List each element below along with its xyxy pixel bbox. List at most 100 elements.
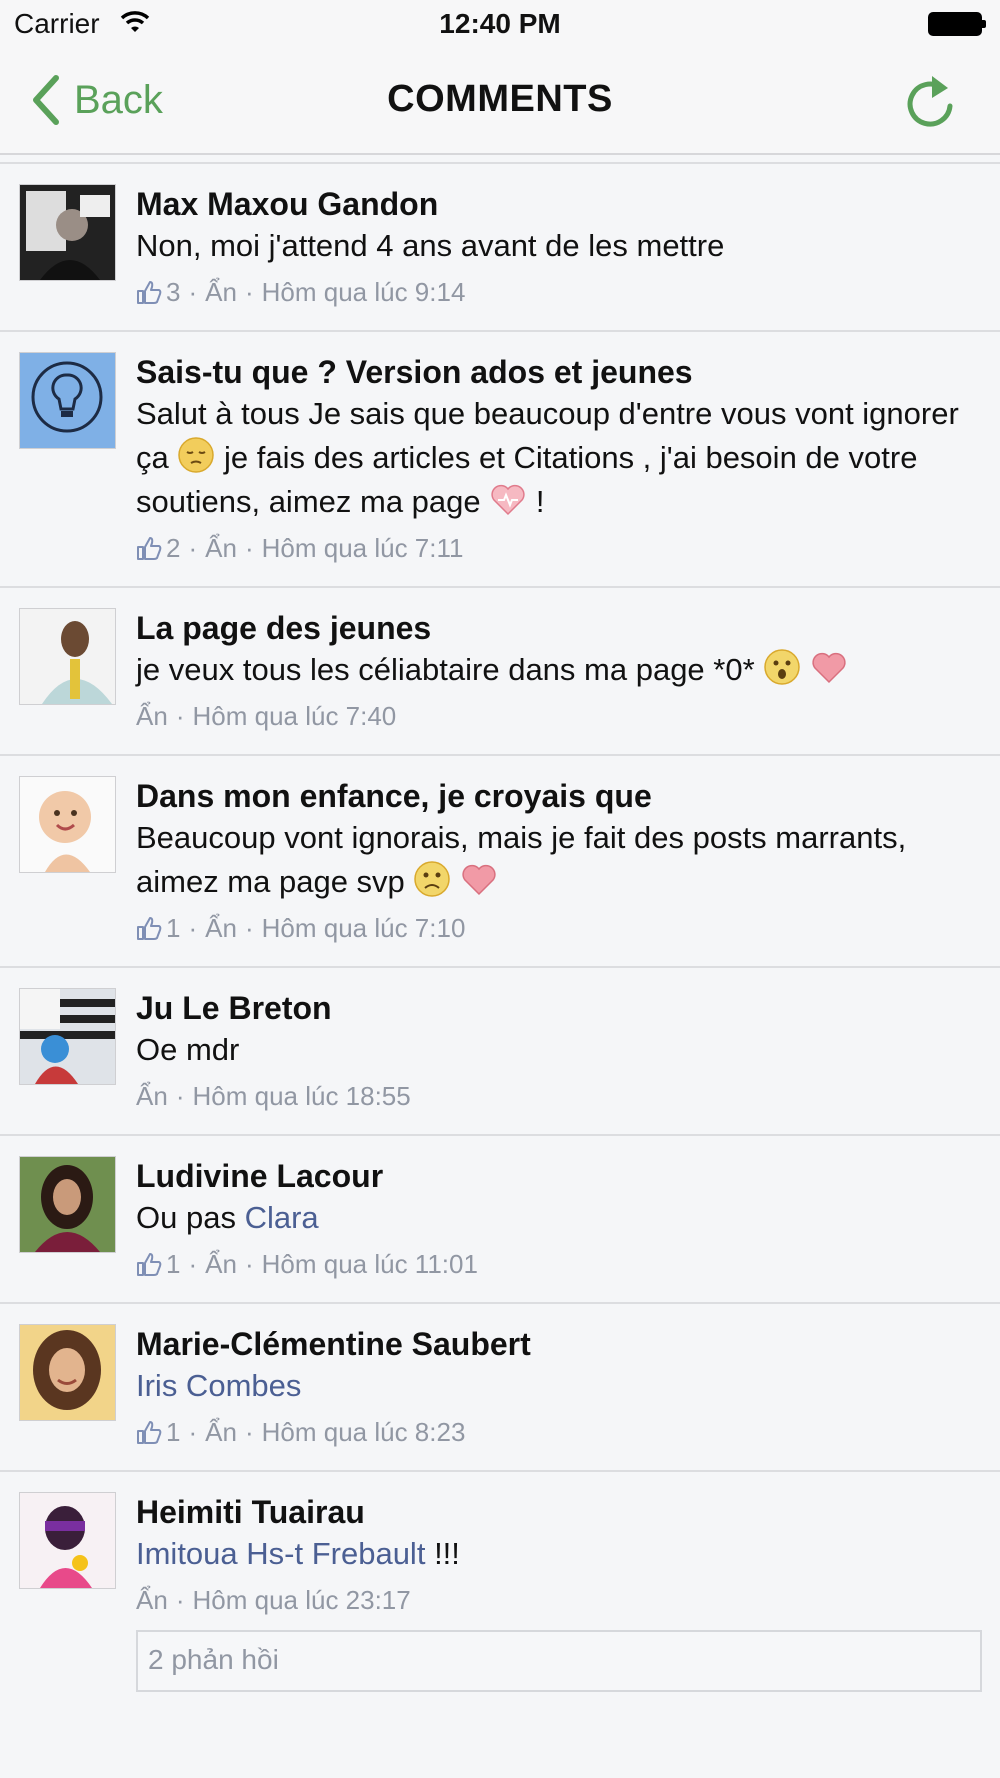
comment-meta: Ẩn · Hôm qua lúc 18:55 <box>136 1076 982 1116</box>
avatar[interactable] <box>19 608 116 705</box>
heart-icon <box>462 864 496 896</box>
thumbs-up-icon <box>137 1253 162 1276</box>
avatar[interactable] <box>19 352 116 449</box>
like-count[interactable]: 1 <box>166 1244 180 1284</box>
thumbs-up-icon <box>137 1421 162 1444</box>
avatar[interactable] <box>19 1324 116 1421</box>
comment-meta: 1 · Ẩn · Hôm qua lúc 7:10 <box>136 908 982 948</box>
comment-meta: 2 · Ẩn · Hôm qua lúc 7:11 <box>136 528 982 568</box>
heart-icon <box>491 484 525 516</box>
comment-text-part: !!! <box>434 1536 460 1571</box>
comment-item: Ludivine Lacour Ou pas Clara 1 · Ẩn · Hô… <box>0 1136 1000 1304</box>
like-count[interactable]: 1 <box>166 1412 180 1452</box>
comment-meta: Ẩn · Hôm qua lúc 7:40 <box>136 696 982 736</box>
comment-author[interactable]: Heimiti Tuairau <box>136 1492 982 1532</box>
comment-item: Dans mon enfance, je croyais que Beaucou… <box>0 756 1000 968</box>
comment-author[interactable]: La page des jeunes <box>136 608 982 648</box>
comment-meta: Ẩn · Hôm qua lúc 23:17 <box>136 1580 982 1620</box>
meta-separator: · <box>175 1081 185 1111</box>
like-count[interactable]: 1 <box>166 908 180 948</box>
thumbs-up-icon <box>137 281 162 304</box>
comment-timestamp: Hôm qua lúc 23:17 <box>192 1585 411 1615</box>
heart-icon <box>812 652 846 684</box>
mention-link[interactable]: Imitoua Hs-t Frebault <box>136 1536 425 1571</box>
hide-link[interactable]: Ẩn <box>136 1580 168 1620</box>
comment-timestamp: Hôm qua lúc 7:11 <box>261 533 464 563</box>
hide-link[interactable]: Ẩn <box>205 528 237 568</box>
comment-text: je veux tous les céliabtaire dans ma pag… <box>136 648 982 692</box>
meta-separator: · <box>175 701 185 731</box>
frowning-face-icon <box>414 861 451 897</box>
meta-separator: · <box>188 533 198 563</box>
like-count[interactable]: 3 <box>166 272 180 312</box>
comment-item: Heimiti Tuairau Imitoua Hs-t Frebault !!… <box>0 1472 1000 1710</box>
comment-item: Marie-Clémentine Saubert Iris Combes 1 ·… <box>0 1304 1000 1472</box>
status-bar: Carrier 12:40 PM <box>0 0 1000 50</box>
hide-link[interactable]: Ẩn <box>205 908 237 948</box>
pensive-face-icon <box>178 437 215 473</box>
meta-separator: · <box>188 277 198 307</box>
refresh-icon[interactable] <box>902 72 958 132</box>
comment-item: La page des jeunes je veux tous les céli… <box>0 588 1000 756</box>
comment-text-part: Ou pas <box>136 1200 236 1235</box>
comment-text: Ou pas Clara <box>136 1196 982 1240</box>
hide-link[interactable]: Ẩn <box>205 1244 237 1284</box>
hide-link[interactable]: Ẩn <box>136 696 168 736</box>
comment-meta: 1 · Ẩn · Hôm qua lúc 11:01 <box>136 1244 982 1284</box>
mention-link[interactable]: Clara <box>245 1200 319 1235</box>
comment-author[interactable]: Ludivine Lacour <box>136 1156 982 1196</box>
comment-text: Imitoua Hs-t Frebault !!! <box>136 1532 982 1576</box>
comment-text: Oe mdr <box>136 1032 240 1067</box>
comment-author[interactable]: Max Maxou Gandon <box>136 184 982 224</box>
comment-item: Max Maxou Gandon Non, moi j'attend 4 ans… <box>0 164 1000 332</box>
meta-separator: · <box>188 1249 198 1279</box>
meta-separator: · <box>244 1249 254 1279</box>
comment-text: Salut à tous Je sais que beaucoup d'entr… <box>136 392 982 524</box>
thumbs-up-icon <box>137 537 162 560</box>
meta-separator: · <box>244 1417 254 1447</box>
mention-link[interactable]: Iris Combes <box>136 1368 301 1403</box>
meta-separator: · <box>188 1417 198 1447</box>
comment-list: Max Maxou Gandon Non, moi j'attend 4 ans… <box>0 162 1000 1710</box>
comment-author[interactable]: Sais-tu que ? Version ados et jeunes <box>136 352 982 392</box>
comment-timestamp: Hôm qua lúc 7:40 <box>192 701 397 731</box>
page-title: COMMENTS <box>387 78 613 120</box>
avatar[interactable] <box>19 1156 116 1253</box>
comment-text: Beaucoup vont ignorais, mais je fait des… <box>136 816 982 904</box>
meta-separator: · <box>244 913 254 943</box>
avatar[interactable] <box>19 1492 116 1589</box>
meta-separator: · <box>244 533 254 563</box>
surprised-face-icon <box>764 649 801 685</box>
comment-timestamp: Hôm qua lúc 11:01 <box>261 1249 478 1279</box>
comment-author[interactable]: Ju Le Breton <box>136 988 982 1028</box>
hide-link[interactable]: Ẩn <box>205 1412 237 1452</box>
comment-meta: 3 · Ẩn · Hôm qua lúc 9:14 <box>136 272 982 312</box>
comment-text: Non, moi j'attend 4 ans avant de les met… <box>136 228 725 263</box>
comment-text: Iris Combes <box>136 1364 982 1408</box>
comment-item: Ju Le Breton Oe mdr Ẩn · Hôm qua lúc 18:… <box>0 968 1000 1136</box>
comment-author[interactable]: Dans mon enfance, je croyais que <box>136 776 982 816</box>
avatar[interactable] <box>19 184 116 281</box>
comment-timestamp: Hôm qua lúc 8:23 <box>261 1417 466 1447</box>
comment-text-part: je veux tous les céliabtaire dans ma pag… <box>136 652 755 687</box>
comment-text-part: Beaucoup vont ignorais, mais je fait des… <box>136 820 907 899</box>
battery-icon <box>928 12 986 36</box>
status-time: 12:40 PM <box>439 8 561 39</box>
avatar[interactable] <box>19 988 116 1085</box>
comment-text-part: ! <box>535 484 545 519</box>
thumbs-up-icon <box>137 917 162 940</box>
meta-separator: · <box>244 277 254 307</box>
comment-meta: 1 · Ẩn · Hôm qua lúc 8:23 <box>136 1412 982 1452</box>
view-replies-button[interactable]: 2 phản hồi <box>136 1630 982 1692</box>
comment-timestamp: Hôm qua lúc 9:14 <box>261 277 466 307</box>
comment-timestamp: Hôm qua lúc 7:10 <box>261 913 466 943</box>
meta-separator: · <box>175 1585 185 1615</box>
avatar[interactable] <box>19 776 116 873</box>
like-count[interactable]: 2 <box>166 528 180 568</box>
comment-timestamp: Hôm qua lúc 18:55 <box>192 1081 411 1111</box>
comment-author[interactable]: Marie-Clémentine Saubert <box>136 1324 982 1364</box>
hide-link[interactable]: Ẩn <box>136 1076 168 1116</box>
navigation-bar: Back COMMENTS <box>0 50 1000 155</box>
comment-item: Sais-tu que ? Version ados et jeunes Sal… <box>0 332 1000 588</box>
hide-link[interactable]: Ẩn <box>205 272 237 312</box>
